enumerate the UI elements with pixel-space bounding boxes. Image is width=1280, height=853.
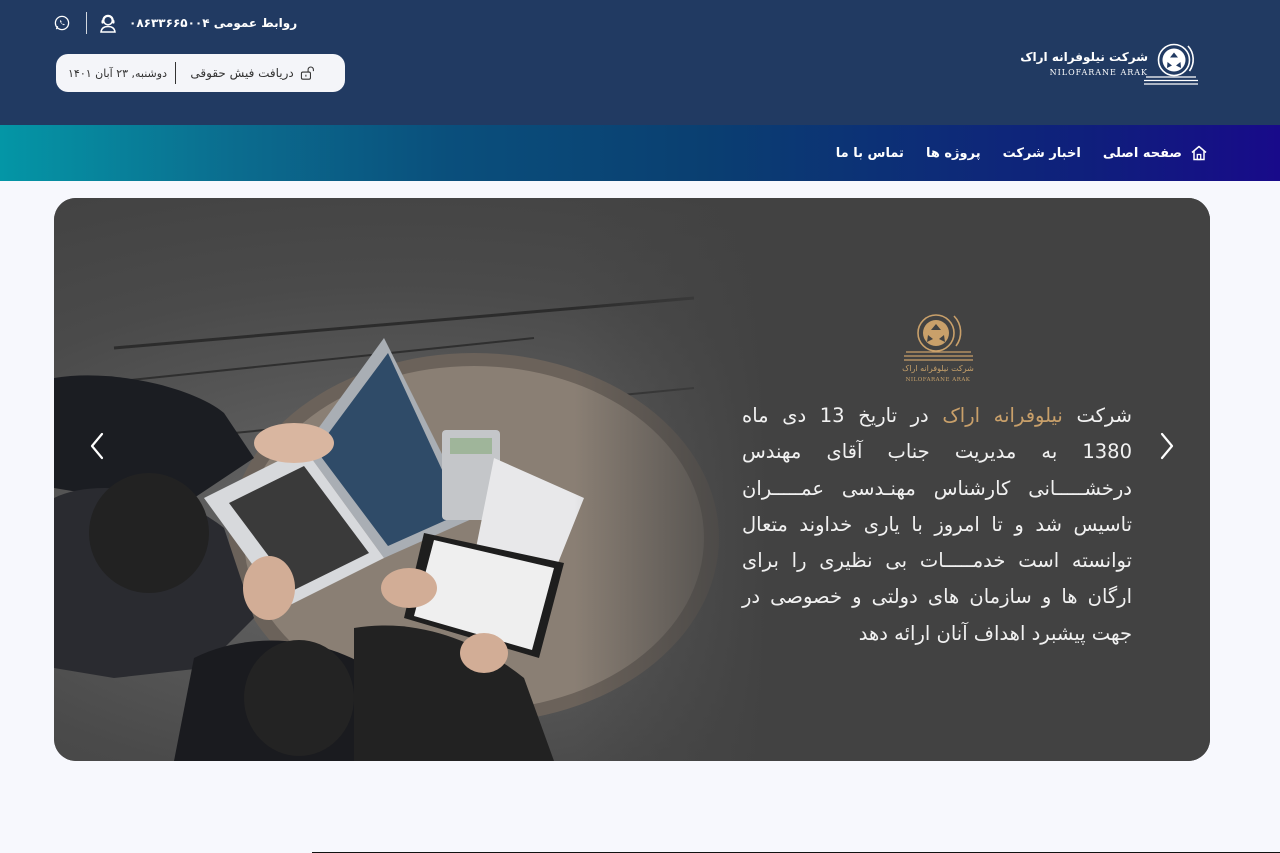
- logo-name: شرکت نیلوفرانه اراک: [1020, 50, 1148, 64]
- nav-item-label: اخبار شرکت: [1002, 145, 1081, 161]
- slide-logo-subtitle: NILOFARANE ARAK: [905, 377, 971, 383]
- home-icon: [1191, 145, 1207, 161]
- slide-logo-name: شرکت نیلوفرانه اراک: [902, 364, 974, 373]
- payslip-link[interactable]: دریافت فیش حقوقی: [190, 66, 293, 80]
- nav-item-home[interactable]: صفحه اصلی: [1103, 144, 1208, 162]
- main-nav: صفحه اصلی اخبار شرکت پروژه ها تماس با ما: [0, 125, 1280, 181]
- slide-text-body: در تاریخ 13 دی ماه 1380 به مدیریت جناب آ…: [742, 404, 1132, 645]
- company-logo[interactable]: شرکت نیلوفرانه اراک NILOFARANE ARAK: [1020, 38, 1200, 90]
- slide-description: شرکت نیلوفرانه اراک در تاریخ 13 دی ماه 1…: [742, 398, 1132, 652]
- support-agent-icon: [100, 14, 116, 33]
- divider: [86, 12, 87, 34]
- slide-text-highlight: نیلوفرانه اراک: [942, 404, 1063, 427]
- logo-subtitle: NILOFARANE ARAK: [1049, 68, 1148, 77]
- slider-prev-arrow-icon[interactable]: [82, 426, 112, 466]
- nav-item-news[interactable]: اخبار شرکت: [1003, 146, 1081, 161]
- contact-bar: روابط عمومی ۰۸۶۳۳۶۶۵۰۰۴: [54, 11, 297, 35]
- logo-emblem-icon: [904, 314, 973, 361]
- whatsapp-icon[interactable]: [54, 15, 70, 31]
- public-relations-phone[interactable]: روابط عمومی ۰۸۶۳۳۶۶۵۰۰۴: [129, 16, 297, 30]
- nav-item-label: پروژه ها: [925, 145, 981, 161]
- site-header: روابط عمومی ۰۸۶۳۳۶۶۵۰۰۴ دوشنبه, ۲۳ آبان …: [0, 0, 1280, 125]
- slide-text-start: شرکت: [1062, 404, 1133, 427]
- nav-item-label: تماس با ما: [835, 145, 904, 161]
- nav-item-projects[interactable]: پروژه ها: [926, 146, 981, 161]
- nav-item-contact[interactable]: تماس با ما: [836, 146, 904, 161]
- slide-logo: شرکت نیلوفرانه اراک NILOFARANE ARAK: [899, 306, 977, 386]
- logo-emblem-icon: [1144, 43, 1198, 85]
- current-date: دوشنبه, ۲۳ آبان ۱۴۰۱: [68, 66, 167, 80]
- hero-slider: شرکت نیلوفرانه اراک NILOFARANE ARAK شرکت…: [54, 198, 1210, 761]
- nav-item-label: صفحه اصلی: [1102, 145, 1182, 161]
- divider: [174, 62, 177, 84]
- unlock-icon[interactable]: [300, 65, 315, 81]
- slider-next-arrow-icon[interactable]: [1152, 426, 1182, 466]
- nav-menu: صفحه اصلی اخبار شرکت پروژه ها تماس با ما: [836, 125, 1208, 181]
- payslip-bar: دوشنبه, ۲۳ آبان ۱۴۰۱ دریافت فیش حقوقی: [56, 54, 345, 92]
